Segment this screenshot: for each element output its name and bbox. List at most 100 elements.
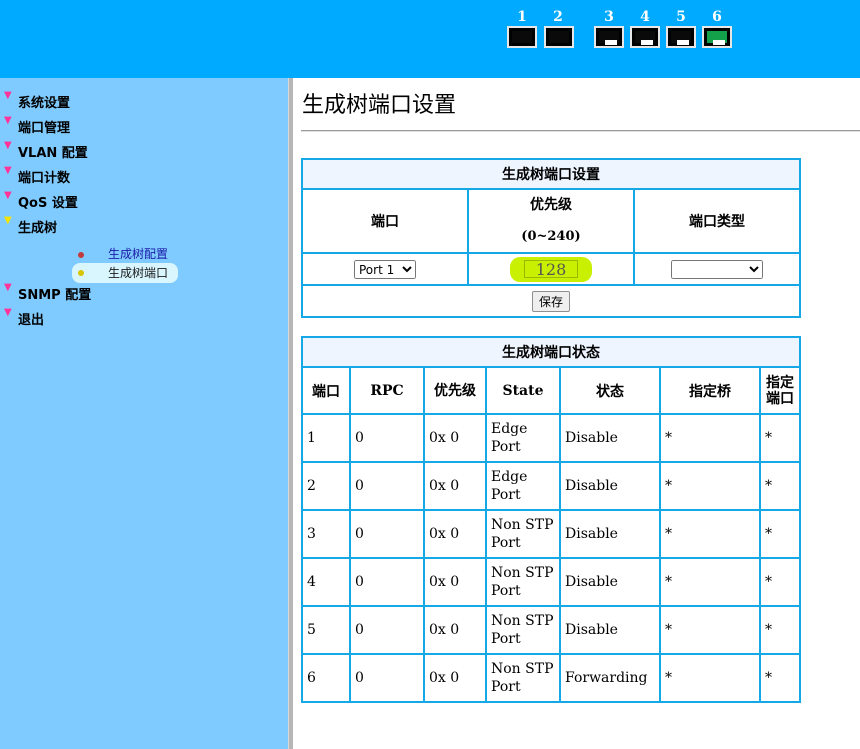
cell-rpc: 0 xyxy=(349,413,425,463)
top-banner: 1 2 3 4 5 6 xyxy=(0,0,860,78)
port-number-label: 6 xyxy=(712,9,722,25)
cell-designated-port: * xyxy=(759,509,801,559)
stp-port-settings-table: 生成树端口设置 端口 优先级 (0~240) 端口类型 Port 1 128 保… xyxy=(301,158,801,318)
priority-highlight xyxy=(510,256,592,282)
table-row: 6 0 0x 0 Non STP Port Forwarding * * xyxy=(301,653,801,703)
cell-priority: 0x 0 xyxy=(423,413,487,463)
header-port: 端口 xyxy=(301,188,469,254)
port-type-cell xyxy=(633,252,801,286)
cell-status: Disable xyxy=(559,509,661,559)
cell-designated-bridge: * xyxy=(659,653,761,703)
header-priority-label: 优先级 xyxy=(530,197,572,213)
cell-status: Disable xyxy=(559,413,661,463)
col-header-rpc: RPC xyxy=(349,366,425,415)
chevron-down-icon: ▼ xyxy=(4,215,12,226)
header-priority: 优先级 (0~240) xyxy=(467,188,635,254)
port-number-label: 4 xyxy=(640,9,650,25)
cell-port: 1 xyxy=(301,413,351,463)
cell-rpc: 0 xyxy=(349,461,425,511)
chevron-down-icon: ▼ xyxy=(4,165,12,176)
sidebar-item-vlan[interactable]: ▼ VLAN 配置 xyxy=(4,140,88,161)
cell-port: 5 xyxy=(301,605,351,655)
port-1-status-icon[interactable] xyxy=(507,26,537,48)
chevron-down-icon: ▼ xyxy=(4,90,12,101)
cell-rpc: 0 xyxy=(349,557,425,607)
sidebar-item-label: QoS 设置 xyxy=(18,196,78,211)
sidebar: ▼系统设置 ▼端口管理 ▼VLAN 配置 ▼端口计数 ▼QoS 设置 ▼生成树 … xyxy=(0,78,288,749)
priority-input[interactable] xyxy=(524,260,578,278)
cell-port: 6 xyxy=(301,653,351,703)
table-row: 3 0 0x 0 Non STP Port Disable * * xyxy=(301,509,801,559)
sidebar-item-label: 生成树 xyxy=(18,221,58,236)
port-number-label: 1 xyxy=(517,9,527,25)
cell-designated-bridge: * xyxy=(659,461,761,511)
cell-state: Non STP Port xyxy=(485,509,561,559)
cell-designated-port: * xyxy=(759,413,801,463)
port-type-select[interactable] xyxy=(671,260,763,280)
cell-designated-port: * xyxy=(759,557,801,607)
cell-status: Disable xyxy=(559,605,661,655)
priority-cell xyxy=(467,252,635,286)
port-6-status-icon[interactable] xyxy=(702,26,732,48)
cell-rpc: 0 xyxy=(349,653,425,703)
bullet-icon xyxy=(78,251,84,258)
sidebar-item-spanning-tree[interactable]: ▼ 生成树 xyxy=(4,215,58,236)
save-row: 保存 xyxy=(301,284,801,318)
col-header-port: 端口 xyxy=(301,366,351,415)
port-select-cell: Port 1 xyxy=(301,252,469,286)
col-header-designated-bridge: 指定桥 xyxy=(659,366,761,415)
header-port-type: 端口类型 xyxy=(633,188,801,254)
port-2-status-icon[interactable] xyxy=(544,26,574,48)
cell-designated-port: * xyxy=(759,605,801,655)
cell-designated-port: * xyxy=(759,653,801,703)
sidebar-item-label: 端口计数 xyxy=(18,171,71,186)
sidebar-subitem-stp-config[interactable]: 生成树配置 xyxy=(76,245,168,263)
cell-priority: 0x 0 xyxy=(423,557,487,607)
chevron-down-icon: ▼ xyxy=(4,282,12,293)
cell-designated-port: * xyxy=(759,461,801,511)
sidebar-subitem-label: 生成树配置 xyxy=(108,247,169,261)
sidebar-item-label: 端口管理 xyxy=(18,121,71,136)
port-number-label: 3 xyxy=(604,9,614,25)
sidebar-item-system-settings[interactable]: ▼ 系统设置 xyxy=(4,90,70,111)
settings-caption: 生成树端口设置 xyxy=(301,158,801,190)
header-priority-range: (0~240) xyxy=(521,229,581,244)
status-caption: 生成树端口状态 xyxy=(301,336,801,368)
sidebar-item-port-management[interactable]: ▼ 端口管理 xyxy=(4,115,71,136)
col-header-priority: 优先级 xyxy=(423,366,487,415)
cell-state: Non STP Port xyxy=(485,557,561,607)
cell-port: 4 xyxy=(301,557,351,607)
sidebar-item-qos[interactable]: ▼ QoS 设置 xyxy=(4,190,78,211)
table-row: 5 0 0x 0 Non STP Port Disable * * xyxy=(301,605,801,655)
port-4-status-icon[interactable] xyxy=(630,26,660,48)
cell-port: 2 xyxy=(301,461,351,511)
col-header-designated-port: 指定端口 xyxy=(759,366,801,415)
save-button[interactable]: 保存 xyxy=(531,290,570,312)
cell-state: Edge Port xyxy=(485,413,561,463)
port-number-label: 2 xyxy=(553,9,563,25)
sidebar-item-logout[interactable]: ▼ 退出 xyxy=(4,307,45,328)
sidebar-subitem-label: 生成树端口 xyxy=(108,266,169,280)
col-header-state: State xyxy=(485,366,561,415)
port-select[interactable]: Port 1 xyxy=(354,260,416,280)
main-content: 生成树端口设置 生成树端口设置 端口 优先级 (0~240) 端口类型 Port… xyxy=(293,78,860,749)
port-number-label: 5 xyxy=(676,9,686,25)
table-row: 2 0 0x 0 Edge Port Disable * * xyxy=(301,461,801,511)
cell-priority: 0x 0 xyxy=(423,653,487,703)
sidebar-item-label: VLAN 配置 xyxy=(18,146,88,161)
sidebar-subitem-stp-port[interactable]: 生成树端口 xyxy=(72,263,178,283)
sidebar-item-label: 退出 xyxy=(18,313,45,328)
cell-designated-bridge: * xyxy=(659,605,761,655)
stp-port-status-table: 生成树端口状态 端口 RPC 优先级 State 状态 指定桥 指定端口 1 0… xyxy=(301,336,801,703)
chevron-down-icon: ▼ xyxy=(4,307,12,318)
sidebar-item-port-counters[interactable]: ▼ 端口计数 xyxy=(4,165,71,186)
cell-designated-bridge: * xyxy=(659,509,761,559)
cell-designated-bridge: * xyxy=(659,557,761,607)
chevron-down-icon: ▼ xyxy=(4,140,12,151)
port-3-status-icon[interactable] xyxy=(594,26,624,48)
sidebar-item-snmp[interactable]: ▼ SNMP 配置 xyxy=(4,282,91,303)
port-5-status-icon[interactable] xyxy=(666,26,696,48)
cell-priority: 0x 0 xyxy=(423,509,487,559)
divider xyxy=(301,130,860,132)
cell-state: Non STP Port xyxy=(485,605,561,655)
